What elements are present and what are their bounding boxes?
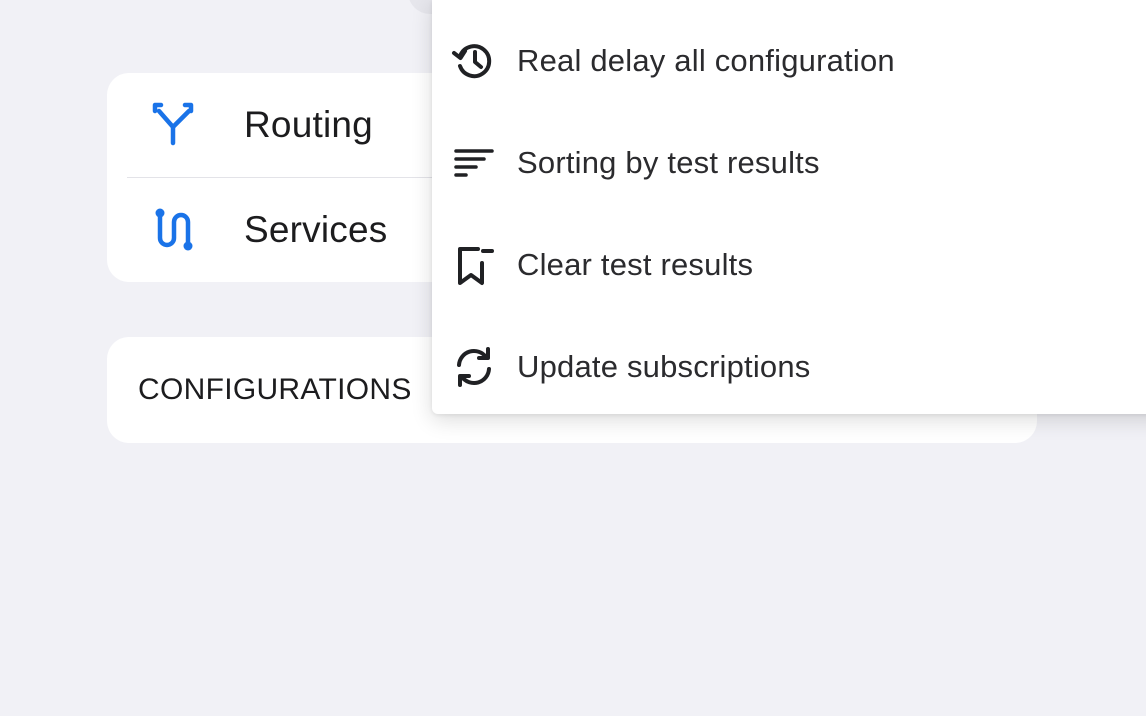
routing-icon [149,99,201,151]
overflow-menu: Real delay all configuration Sorting by … [432,0,1146,414]
sort-icon [450,139,498,187]
menu-item-label: Clear test results [517,247,754,282]
menu-item-label: Real delay all configuration [517,43,895,78]
menu-item-label: Update subscriptions [517,349,811,384]
refresh-icon [450,343,498,391]
routing-label: Routing [244,104,373,145]
history-icon [450,37,498,85]
menu-item-real-delay[interactable]: Real delay all configuration [432,10,1146,112]
services-icon [149,204,201,256]
clear-bookmark-icon [450,241,498,289]
configurations-title: CONFIGURATIONS [138,373,412,406]
services-label: Services [244,209,388,250]
menu-item-update-subscriptions[interactable]: Update subscriptions [432,316,1146,418]
menu-item-label: Sorting by test results [517,145,820,180]
menu-item-sort[interactable]: Sorting by test results [432,112,1146,214]
menu-item-clear[interactable]: Clear test results [432,214,1146,316]
